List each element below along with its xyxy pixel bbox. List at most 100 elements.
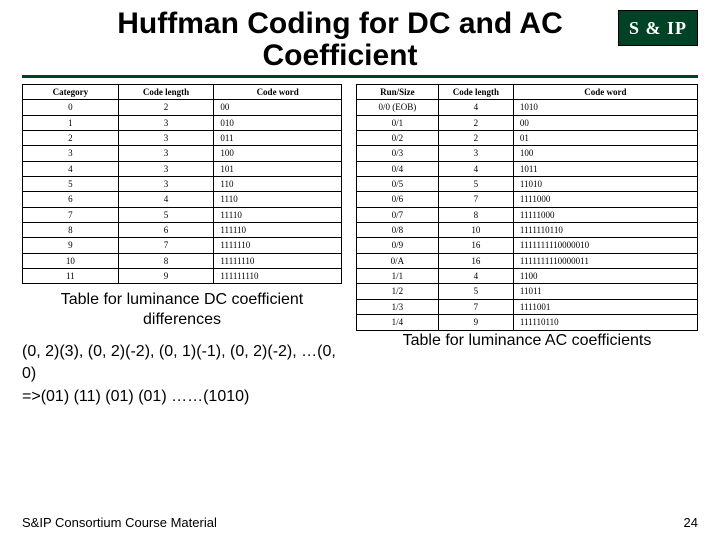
table-row: 1/49111110110 xyxy=(357,315,698,330)
table-row: 0200 xyxy=(23,100,342,115)
table-cell: 3 xyxy=(118,131,214,146)
table-cell: 111111110 xyxy=(214,269,342,284)
table-cell: 1111001 xyxy=(513,299,697,314)
table-cell: 16 xyxy=(438,238,513,253)
table-cell: 1/1 xyxy=(357,269,439,284)
table-cell: 9 xyxy=(23,238,119,253)
table-cell: 2 xyxy=(438,115,513,130)
table-cell: 1111111110000010 xyxy=(513,238,697,253)
slide: Huffman Coding for DC and AC Coefficient… xyxy=(0,0,720,540)
dc-h2: Code word xyxy=(214,85,342,100)
table-cell: 11111110 xyxy=(214,253,342,268)
table-cell: 3 xyxy=(118,177,214,192)
table-cell: 0/4 xyxy=(357,161,439,176)
table-cell: 5 xyxy=(118,207,214,222)
table-cell: 9 xyxy=(118,269,214,284)
table-cell: 7 xyxy=(438,192,513,207)
table-cell: 1100 xyxy=(513,269,697,284)
table-row: 13010 xyxy=(23,115,342,130)
table-header-row: Category Code length Code word xyxy=(23,85,342,100)
table-row: 33100 xyxy=(23,146,342,161)
table-cell: 11010 xyxy=(513,177,697,192)
table-cell: 6 xyxy=(118,223,214,238)
table-row: 10811111110 xyxy=(23,253,342,268)
table-cell: 11111000 xyxy=(513,207,697,222)
table-row: 0/9161111111110000010 xyxy=(357,238,698,253)
dc-column: Category Code length Code word 020013010… xyxy=(22,84,342,408)
table-cell: 7 xyxy=(23,207,119,222)
table-cell: 5 xyxy=(23,177,119,192)
table-cell: 0/3 xyxy=(357,146,439,161)
table-cell: 9 xyxy=(438,315,513,330)
table-cell: 3 xyxy=(438,146,513,161)
dc-h1: Code length xyxy=(118,85,214,100)
table-cell: 6 xyxy=(23,192,119,207)
divider xyxy=(22,75,698,78)
table-row: 971111110 xyxy=(23,238,342,253)
table-row: 0/8101111110110 xyxy=(357,223,698,238)
table-row: 53110 xyxy=(23,177,342,192)
table-cell: 7 xyxy=(118,238,214,253)
table-row: 23011 xyxy=(23,131,342,146)
table-cell: 8 xyxy=(23,223,119,238)
ac-h1: Code length xyxy=(438,85,513,100)
table-cell: 00 xyxy=(513,115,697,130)
table-cell: 16 xyxy=(438,253,513,268)
table-cell: 4 xyxy=(438,161,513,176)
table-cell: 01 xyxy=(513,131,697,146)
table-cell: 8 xyxy=(118,253,214,268)
table-cell: 5 xyxy=(438,177,513,192)
dc-h0: Category xyxy=(23,85,119,100)
table-cell: 00 xyxy=(214,100,342,115)
content-body: Category Code length Code word 020013010… xyxy=(22,84,698,408)
table-cell: 1111110 xyxy=(214,238,342,253)
table-cell: 10 xyxy=(23,253,119,268)
table-cell: 0/6 xyxy=(357,192,439,207)
table-cell: 3 xyxy=(118,161,214,176)
table-cell: 0 xyxy=(23,100,119,115)
table-cell: 111110110 xyxy=(513,315,697,330)
ac-column: Run/Size Code length Code word 0/0 (EOB)… xyxy=(356,84,698,408)
page-number: 24 xyxy=(684,515,698,530)
ac-h2: Code word xyxy=(513,85,697,100)
table-cell: 0/0 (EOB) xyxy=(357,100,439,115)
ac-h0: Run/Size xyxy=(357,85,439,100)
table-cell: 010 xyxy=(214,115,342,130)
table-cell: 5 xyxy=(438,284,513,299)
table-cell: 4 xyxy=(438,100,513,115)
table-row: 0/671111000 xyxy=(357,192,698,207)
table-cell: 2 xyxy=(438,131,513,146)
table-cell: 0/5 xyxy=(357,177,439,192)
table-cell: 100 xyxy=(214,146,342,161)
dc-caption: Table for luminance DC coefficient diffe… xyxy=(22,290,342,328)
table-row: 0/2201 xyxy=(357,131,698,146)
table-cell: 2 xyxy=(23,131,119,146)
table-cell: 1111000 xyxy=(513,192,697,207)
table-row: 0/0 (EOB)41010 xyxy=(357,100,698,115)
table-cell: 7 xyxy=(438,299,513,314)
table-row: 641110 xyxy=(23,192,342,207)
table-cell: 11110 xyxy=(214,207,342,222)
ac-table: Run/Size Code length Code word 0/0 (EOB)… xyxy=(356,84,698,331)
table-cell: 4 xyxy=(438,269,513,284)
table-cell: 10 xyxy=(438,223,513,238)
table-row: 7511110 xyxy=(23,207,342,222)
table-cell: 101 xyxy=(214,161,342,176)
table-row: 0/5511010 xyxy=(357,177,698,192)
table-cell: 3 xyxy=(23,146,119,161)
table-cell: 2 xyxy=(118,100,214,115)
table-row: 86111110 xyxy=(23,223,342,238)
table-row: 0/33100 xyxy=(357,146,698,161)
example-line-1: (0, 2)(3), (0, 2)(-2), (0, 1)(-1), (0, 2… xyxy=(22,341,342,386)
table-row: 1/371111001 xyxy=(357,299,698,314)
table-cell: 0/9 xyxy=(357,238,439,253)
table-row: 0/1200 xyxy=(357,115,698,130)
table-cell: 1/4 xyxy=(357,315,439,330)
table-cell: 1111111110000011 xyxy=(513,253,697,268)
table-cell: 1 xyxy=(23,115,119,130)
table-row: 1/2511011 xyxy=(357,284,698,299)
table-cell: 4 xyxy=(118,192,214,207)
footer-text: S&IP Consortium Course Material xyxy=(22,515,217,530)
table-cell: 0/A xyxy=(357,253,439,268)
table-header-row: Run/Size Code length Code word xyxy=(357,85,698,100)
